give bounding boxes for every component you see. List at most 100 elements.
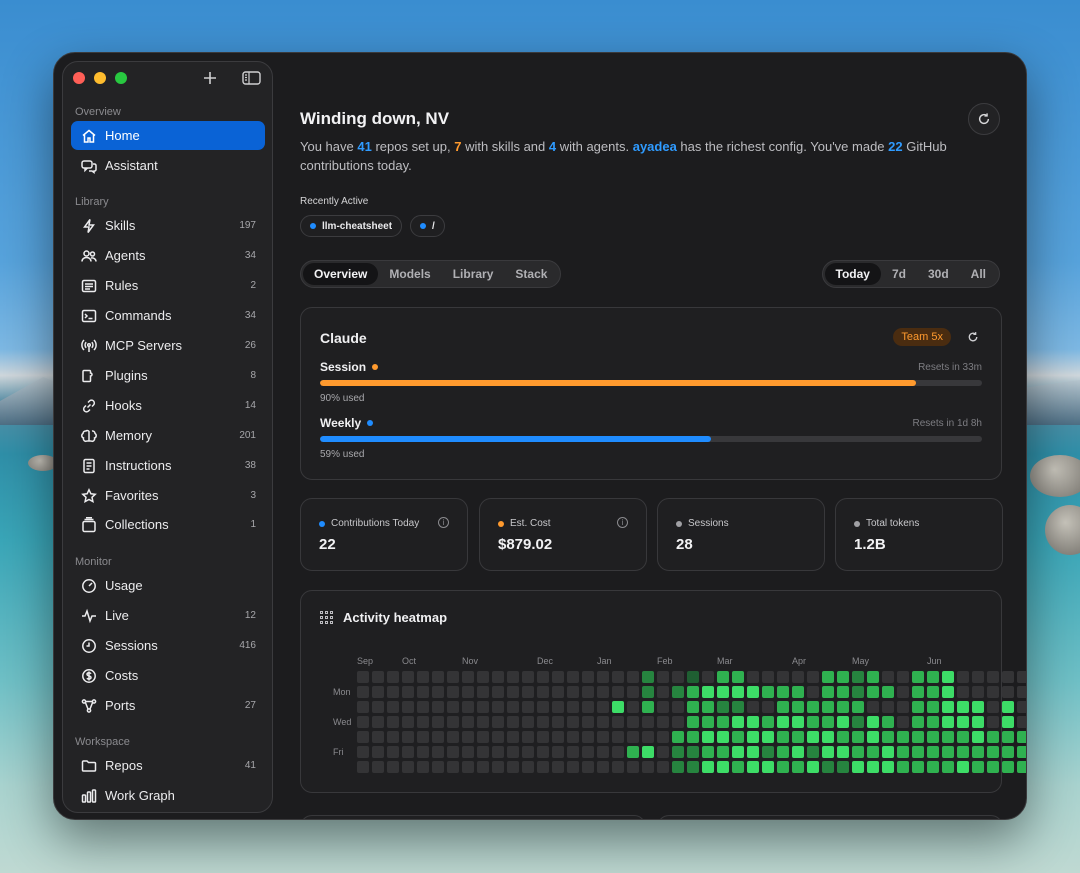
heatmap-cell[interactable] — [537, 746, 549, 758]
sidebar-item-plugins[interactable]: Plugins 8 — [71, 361, 265, 390]
sidebar-toggle-icon[interactable] — [242, 70, 261, 88]
heatmap-cell[interactable] — [1002, 716, 1014, 728]
heatmap-cell[interactable] — [942, 746, 954, 758]
sidebar-item-memory[interactable]: Memory 201 — [71, 421, 265, 450]
heatmap-cell[interactable] — [837, 746, 849, 758]
range-7d[interactable]: 7d — [881, 263, 917, 285]
heatmap-cell[interactable] — [867, 746, 879, 758]
heatmap-cell[interactable] — [432, 686, 444, 698]
sidebar-item-agents[interactable]: Agents 34 — [71, 241, 265, 270]
heatmap-cell[interactable] — [507, 701, 519, 713]
heatmap-cell[interactable] — [387, 686, 399, 698]
heatmap-cell[interactable] — [477, 671, 489, 683]
heatmap-cell[interactable] — [957, 731, 969, 743]
heatmap-cell[interactable] — [447, 731, 459, 743]
tab-models[interactable]: Models — [378, 263, 441, 285]
heatmap-cell[interactable] — [852, 701, 864, 713]
heatmap-cell[interactable] — [387, 716, 399, 728]
heatmap-cell[interactable] — [987, 716, 999, 728]
sidebar-item-home[interactable]: Home — [71, 121, 265, 150]
heatmap-cell[interactable] — [702, 671, 714, 683]
heatmap-cell[interactable] — [747, 746, 759, 758]
sidebar-item-skills[interactable]: Skills 197 — [71, 211, 265, 240]
heatmap-cell[interactable] — [1017, 761, 1026, 773]
info-icon[interactable]: i — [438, 517, 449, 528]
heatmap-cell[interactable] — [792, 761, 804, 773]
heatmap-cell[interactable] — [732, 716, 744, 728]
heatmap-cell[interactable] — [792, 701, 804, 713]
heatmap-cell[interactable] — [672, 686, 684, 698]
heatmap-cell[interactable] — [867, 701, 879, 713]
heatmap-cell[interactable] — [687, 746, 699, 758]
heatmap-cell[interactable] — [1017, 731, 1026, 743]
heatmap-cell[interactable] — [837, 701, 849, 713]
heatmap-cell[interactable] — [372, 671, 384, 683]
heatmap-cell[interactable] — [957, 671, 969, 683]
heatmap-cell[interactable] — [942, 716, 954, 728]
sidebar-item-favorites[interactable]: Favorites 3 — [71, 481, 265, 510]
heatmap-cell[interactable] — [582, 686, 594, 698]
heatmap-cell[interactable] — [672, 701, 684, 713]
heatmap-cell[interactable] — [417, 686, 429, 698]
heatmap-cell[interactable] — [867, 731, 879, 743]
heatmap-cell[interactable] — [582, 746, 594, 758]
heatmap-cell[interactable] — [522, 731, 534, 743]
heatmap-cell[interactable] — [402, 716, 414, 728]
sidebar-item-sessions[interactable]: Sessions 416 — [71, 631, 265, 660]
heatmap-cell[interactable] — [432, 746, 444, 758]
heatmap-cell[interactable] — [897, 716, 909, 728]
heatmap-cell[interactable] — [402, 731, 414, 743]
heatmap-cell[interactable] — [432, 716, 444, 728]
heatmap-cell[interactable] — [792, 746, 804, 758]
heatmap-cell[interactable] — [417, 761, 429, 773]
sidebar-item-costs[interactable]: Costs — [71, 661, 265, 690]
heatmap-cell[interactable] — [957, 716, 969, 728]
heatmap-cell[interactable] — [642, 731, 654, 743]
heatmap-cell[interactable] — [882, 761, 894, 773]
heatmap-cell[interactable] — [792, 686, 804, 698]
heatmap-cell[interactable] — [687, 761, 699, 773]
heatmap-cell[interactable] — [942, 686, 954, 698]
heatmap-cell[interactable] — [837, 716, 849, 728]
heatmap-cell[interactable] — [867, 686, 879, 698]
heatmap-cell[interactable] — [477, 686, 489, 698]
sidebar-item-mcp-servers[interactable]: MCP Servers 26 — [71, 331, 265, 360]
heatmap-cell[interactable] — [597, 746, 609, 758]
heatmap-cell[interactable] — [507, 716, 519, 728]
heatmap-cell[interactable] — [882, 716, 894, 728]
heatmap-cell[interactable] — [462, 761, 474, 773]
heatmap-cell[interactable] — [642, 701, 654, 713]
heatmap-cell[interactable] — [552, 671, 564, 683]
heatmap-cell[interactable] — [882, 671, 894, 683]
tab-overview[interactable]: Overview — [303, 263, 379, 285]
heatmap-cell[interactable] — [612, 716, 624, 728]
heatmap-cell[interactable] — [912, 701, 924, 713]
heatmap-cell[interactable] — [357, 716, 369, 728]
heatmap-cell[interactable] — [972, 716, 984, 728]
heatmap-cell[interactable] — [717, 686, 729, 698]
heatmap-cell[interactable] — [522, 746, 534, 758]
sidebar-item-collections[interactable]: Collections 1 — [71, 510, 265, 539]
heatmap-cell[interactable] — [372, 761, 384, 773]
heatmap-cell[interactable] — [552, 731, 564, 743]
heatmap-cell[interactable] — [867, 716, 879, 728]
heatmap-cell[interactable] — [1002, 686, 1014, 698]
heatmap-cell[interactable] — [567, 671, 579, 683]
heatmap-cell[interactable] — [657, 716, 669, 728]
heatmap-cell[interactable] — [417, 671, 429, 683]
heatmap-cell[interactable] — [507, 686, 519, 698]
heatmap-cell[interactable] — [972, 761, 984, 773]
heatmap-cell[interactable] — [927, 731, 939, 743]
heatmap-cell[interactable] — [612, 746, 624, 758]
heatmap-cell[interactable] — [552, 716, 564, 728]
close-window-button[interactable] — [73, 72, 85, 84]
heatmap-cell[interactable] — [357, 671, 369, 683]
heatmap-cell[interactable] — [657, 701, 669, 713]
heatmap-cell[interactable] — [627, 716, 639, 728]
heatmap-cell[interactable] — [492, 671, 504, 683]
heatmap-cell[interactable] — [777, 671, 789, 683]
heatmap-cell[interactable] — [867, 761, 879, 773]
heatmap-cell[interactable] — [492, 716, 504, 728]
heatmap-cell[interactable] — [762, 671, 774, 683]
heatmap-cell[interactable] — [657, 746, 669, 758]
